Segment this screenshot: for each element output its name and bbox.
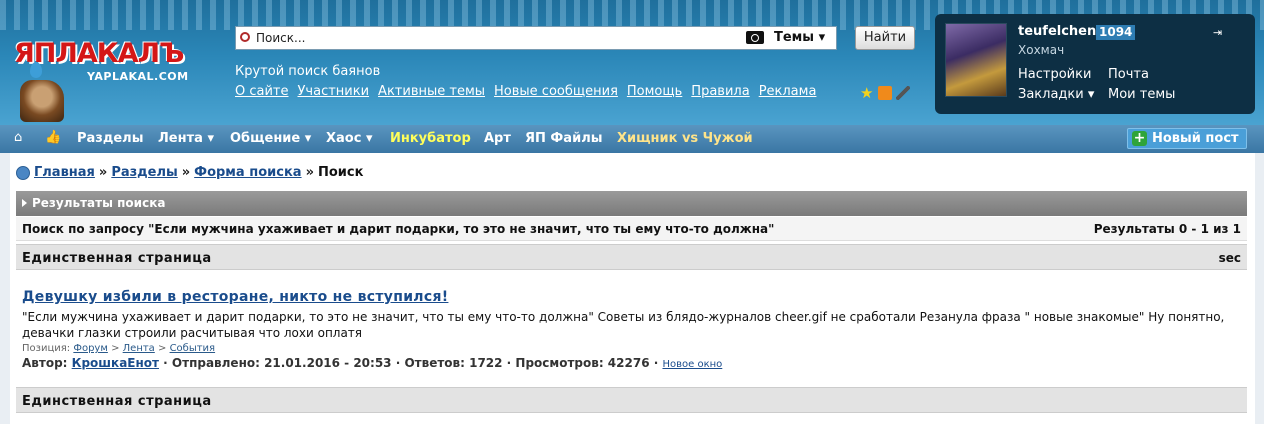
nav-communication[interactable]: Общение ▾ [230, 131, 311, 146]
search-box: Темы ▾ [235, 26, 837, 50]
search-scope-select[interactable]: Темы ▾ [774, 28, 825, 48]
pencil-icon[interactable] [896, 86, 910, 100]
plus-icon: + [1132, 130, 1147, 146]
rss-icon[interactable] [878, 86, 892, 100]
menu-bookmarks-label: Закладки [1018, 87, 1084, 102]
breadcrumb-sections[interactable]: Разделы [111, 165, 177, 180]
nav-files[interactable]: ЯП Файлы [525, 131, 602, 146]
nav-art[interactable]: Арт [484, 131, 511, 146]
results-header: Результаты поиска [16, 191, 1247, 216]
result-stats: · Отправлено: 21.01.2016 - 20:53 · Ответ… [163, 356, 659, 370]
results-header-title: Результаты поиска [32, 196, 166, 210]
tool-icons: ★ [860, 86, 910, 101]
menu-my-topics[interactable]: Мои темы [1108, 87, 1175, 102]
nav-sections[interactable]: Разделы [77, 131, 143, 146]
top-links: О сайте Участники Активные темы Новые со… [235, 84, 816, 99]
user-panel: teufelchen 1094 ⇥ Хохмач Настройки Почта… [935, 14, 1255, 114]
nav-predator-vs-alien[interactable]: Хищник vs Чужой [617, 131, 753, 146]
search-result: Девушку избили в ресторане, никто не вст… [22, 289, 1242, 370]
star-icon[interactable]: ★ [860, 86, 874, 101]
nav-feed-label: Лента [158, 131, 203, 146]
chevron-down-icon: ▾ [818, 30, 826, 45]
nav-chaos[interactable]: Хаос ▾ [326, 131, 373, 146]
drop-icon [30, 62, 42, 78]
position-forum[interactable]: Форум [73, 343, 108, 354]
breadcrumb-separator: » [181, 165, 191, 180]
page-row-bottom: Единственная страница [16, 387, 1247, 413]
site-logo[interactable]: ЯПЛАКАЛЪ YAPLAKAL.COM [14, 38, 214, 83]
chevron-down-icon: ▾ [207, 131, 214, 146]
nav-incubator[interactable]: Инкубатор [390, 131, 471, 146]
chevron-down-icon: ▾ [304, 131, 312, 146]
main-content: Главная » Разделы » Форма поиска » Поиск… [10, 153, 1255, 424]
breadcrumb-search-form[interactable]: Форма поиска [194, 165, 301, 180]
link-ads[interactable]: Реклама [759, 84, 817, 99]
breadcrumb-home[interactable]: Главная [34, 165, 95, 180]
main-nav: ⌂ 👍 Разделы Лента ▾ Общение ▾ Хаос ▾ Инк… [0, 125, 1264, 153]
breadcrumb-current: Поиск [317, 165, 364, 180]
breadcrumb: Главная » Разделы » Форма поиска » Поиск [16, 165, 363, 180]
menu-mail[interactable]: Почта [1108, 67, 1149, 82]
logo-subtitle: YAPLAKAL.COM [87, 70, 189, 83]
breadcrumb-separator: » [98, 165, 108, 180]
search-input[interactable] [256, 29, 736, 47]
user-status: Хохмач [1018, 43, 1065, 57]
link-active-topics[interactable]: Активные темы [378, 84, 485, 99]
link-help[interactable]: Помощь [627, 84, 682, 99]
nav-chaos-label: Хаос [326, 131, 362, 146]
search-button[interactable]: Найти [855, 26, 915, 50]
sec-label: sec [1218, 251, 1241, 265]
search-hint[interactable]: Крутой поиск баянов [235, 64, 380, 79]
position-events[interactable]: События [170, 343, 216, 354]
query-row: Поиск по запросу "Если мужчина ухаживает… [16, 217, 1247, 241]
search-icon [240, 32, 250, 42]
breadcrumb-icon [16, 165, 30, 180]
mascot-dog-icon [20, 80, 64, 122]
chevron-down-icon: ▾ [365, 131, 373, 146]
avatar[interactable] [945, 23, 1007, 97]
nav-feed[interactable]: Лента ▾ [158, 131, 214, 146]
thumbs-up-icon[interactable]: 👍 [45, 131, 61, 145]
link-rules[interactable]: Правила [691, 84, 749, 99]
camera-icon[interactable] [746, 31, 764, 44]
result-title[interactable]: Девушку избили в ресторане, никто не вст… [22, 289, 1242, 305]
chevron-down-icon: ▾ [1087, 87, 1095, 102]
position-label: Позиция: [22, 343, 71, 354]
page-row-top: Единственная страница sec [16, 244, 1247, 270]
link-new-messages[interactable]: Новые сообщения [494, 84, 618, 99]
breadcrumb-separator: » [305, 165, 314, 180]
query-text: Поиск по запросу "Если мужчина ухаживает… [22, 222, 775, 236]
site-header: ЯПЛАКАЛЪ YAPLAKAL.COM Темы ▾ Найти Круто… [0, 0, 1264, 125]
nav-communication-label: Общение [230, 131, 301, 146]
page-label: Единственная страница [22, 394, 212, 409]
result-author[interactable]: КрошкаЕнот [72, 356, 159, 370]
page-label: Единственная страница [22, 251, 212, 266]
result-snippet: "Если мужчина ухаживает и дарит подарки,… [22, 310, 1225, 340]
triangle-right-icon [22, 199, 27, 207]
new-post-button[interactable]: + Новый пост [1127, 128, 1247, 149]
position-feed[interactable]: Лента [123, 343, 155, 354]
new-window-link[interactable]: Новое окно [662, 359, 722, 370]
results-count: Результаты 0 - 1 из 1 [1093, 222, 1241, 236]
user-rating: 1094 [1096, 25, 1136, 40]
result-position: Позиция: Форум > Лента > События [22, 343, 216, 354]
link-members[interactable]: Участники [298, 84, 370, 99]
result-meta: Автор: КрошкаЕнот · Отправлено: 21.01.20… [22, 356, 1242, 370]
link-about[interactable]: О сайте [235, 84, 289, 99]
menu-bookmarks[interactable]: Закладки ▾ [1018, 87, 1094, 102]
logout-icon[interactable]: ⇥ [1213, 26, 1229, 39]
new-post-label: Новый пост [1152, 131, 1239, 146]
menu-settings[interactable]: Настройки [1018, 67, 1091, 82]
search-scope-label: Темы [774, 30, 815, 45]
author-label: Автор: [22, 356, 68, 370]
home-icon[interactable]: ⌂ [14, 131, 28, 144]
username[interactable]: teufelchen [1018, 24, 1096, 39]
